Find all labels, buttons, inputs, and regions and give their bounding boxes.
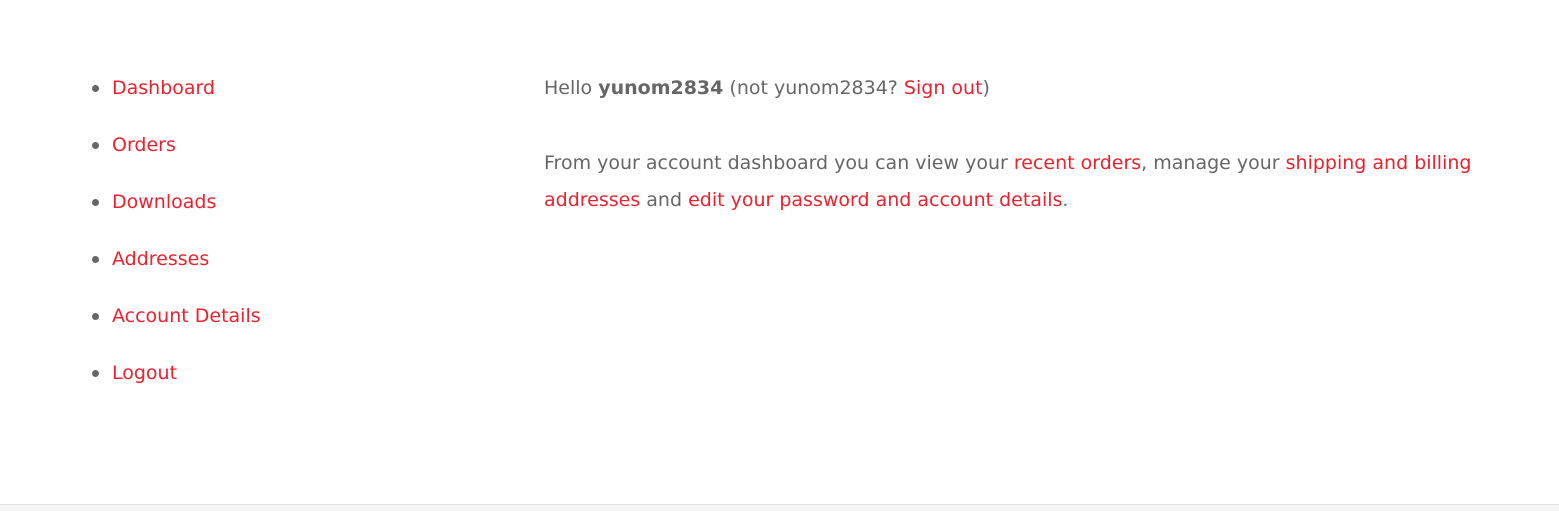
nav-item-dashboard: Dashboard bbox=[90, 72, 261, 129]
bullet-icon bbox=[92, 256, 99, 263]
nav-link-dashboard[interactable]: Dashboard bbox=[112, 77, 215, 99]
username: yunom2834 bbox=[598, 77, 724, 99]
nav-item-downloads: Downloads bbox=[90, 186, 261, 243]
account-page: Dashboard Orders Downloads Addresses Acc… bbox=[0, 0, 1559, 511]
nav-link-downloads[interactable]: Downloads bbox=[112, 191, 216, 213]
nav-item-logout: Logout bbox=[90, 357, 261, 414]
description-part-2: , manage your bbox=[1141, 152, 1286, 174]
bullet-icon bbox=[92, 313, 99, 320]
sign-out-link[interactable]: Sign out bbox=[904, 77, 983, 99]
dashboard-description: From your account dashboard you can view… bbox=[544, 145, 1484, 219]
nav-link-addresses[interactable]: Addresses bbox=[112, 248, 209, 270]
description-part-4: . bbox=[1062, 189, 1069, 211]
greeting-text: Hello yunom2834 (not yunom2834? Sign out… bbox=[544, 72, 1484, 105]
account-navigation: Dashboard Orders Downloads Addresses Acc… bbox=[90, 72, 261, 414]
nav-link-logout[interactable]: Logout bbox=[112, 362, 177, 384]
description-part-1: From your account dashboard you can view… bbox=[544, 152, 1014, 174]
account-details-link[interactable]: edit your password and account details bbox=[688, 189, 1062, 211]
bullet-icon bbox=[92, 142, 99, 149]
nav-item-addresses: Addresses bbox=[90, 243, 261, 300]
nav-link-orders[interactable]: Orders bbox=[112, 134, 176, 156]
nav-item-orders: Orders bbox=[90, 129, 261, 186]
nav-item-account-details: Account Details bbox=[90, 300, 261, 357]
greeting-hello: Hello bbox=[544, 77, 599, 99]
dashboard-content: Hello yunom2834 (not yunom2834? Sign out… bbox=[544, 72, 1484, 219]
recent-orders-link[interactable]: recent orders bbox=[1014, 152, 1141, 174]
footer-divider bbox=[0, 504, 1559, 511]
bullet-icon bbox=[92, 370, 99, 377]
nav-link-account-details[interactable]: Account Details bbox=[112, 305, 261, 327]
bullet-icon bbox=[92, 85, 99, 92]
bullet-icon bbox=[92, 199, 99, 206]
description-part-3: and bbox=[640, 189, 689, 211]
greeting-not-user: (not yunom2834? bbox=[723, 77, 904, 99]
greeting-suffix: ) bbox=[982, 77, 990, 99]
